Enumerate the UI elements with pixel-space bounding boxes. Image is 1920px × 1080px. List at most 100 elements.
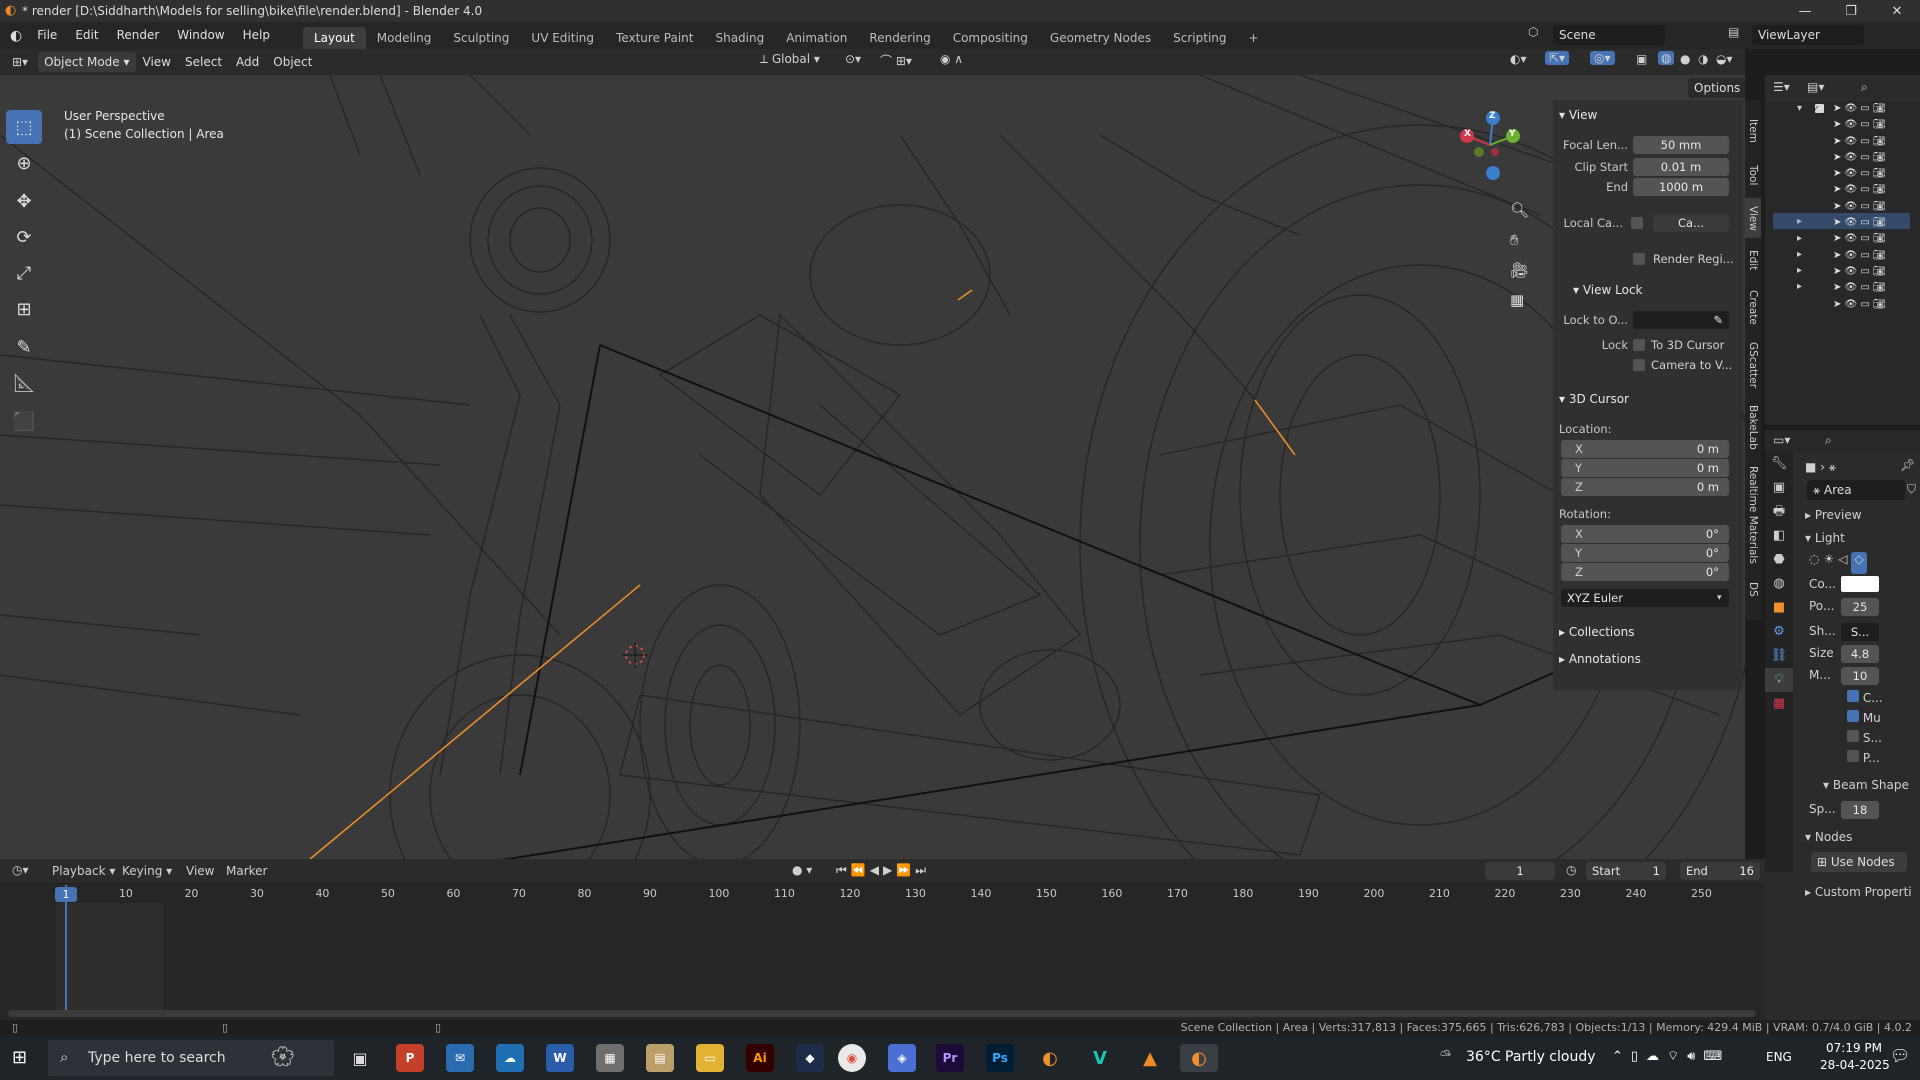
light-datablock-field[interactable]: ⚹ Area: [1807, 480, 1905, 500]
area-light-icon[interactable]: ◇: [1851, 552, 1867, 574]
annotate-tool-icon[interactable]: ✎: [6, 330, 42, 364]
add-cube-tool-icon[interactable]: ⬛: [6, 404, 42, 438]
tab-create[interactable]: Create: [1745, 282, 1761, 332]
solid-shading-icon[interactable]: ●: [1680, 52, 1690, 66]
sun-light-icon[interactable]: ☀: [1823, 552, 1834, 574]
transform-tool-icon[interactable]: ⊞: [6, 292, 42, 326]
scene-selector[interactable]: Scene: [1553, 25, 1665, 45]
scale-tool-icon[interactable]: ⤢: [6, 256, 42, 290]
overlay-toggle-icon[interactable]: ◎▾: [1590, 51, 1615, 65]
current-frame-field[interactable]: 1: [1485, 862, 1555, 880]
blender-taskbar-icon-1[interactable]: ◐: [1036, 1044, 1064, 1072]
point-light-icon[interactable]: ◌: [1809, 552, 1819, 574]
size-field[interactable]: 4.8: [1841, 645, 1879, 663]
render-props-icon[interactable]: ▣: [1765, 476, 1793, 500]
tab-sculpting[interactable]: Sculpting: [442, 27, 520, 49]
options-dropdown[interactable]: Options ▾: [1688, 78, 1745, 115]
menu-render[interactable]: Render: [108, 22, 169, 49]
playhead-line[interactable]: [65, 885, 67, 1010]
photos-app-icon[interactable]: ▦: [596, 1044, 624, 1072]
view-lock-header[interactable]: ▾ View Lock: [1573, 283, 1643, 297]
clip-end-field[interactable]: 1000 m: [1633, 178, 1729, 196]
view-section-header[interactable]: ▾ View: [1559, 108, 1597, 122]
outliner-search-icon[interactable]: ⌕: [1861, 80, 1868, 95]
timeline-scrollbar[interactable]: [8, 1010, 1756, 1017]
local-camera-checkbox[interactable]: [1631, 217, 1643, 229]
annotations-header[interactable]: ▸ Annotations: [1559, 652, 1641, 666]
tab-modeling[interactable]: Modeling: [366, 27, 443, 49]
cursor-location-z-field[interactable]: 0 m: [1561, 478, 1729, 496]
zoom-icon[interactable]: 🔍︎: [1510, 195, 1529, 225]
outlook-app-icon[interactable]: ✉: [446, 1044, 474, 1072]
m365-app-icon[interactable]: ◈: [888, 1044, 916, 1072]
camera-view-icon[interactable]: 🎥︎: [1510, 255, 1529, 285]
pivot-icon[interactable]: ⊙▾: [845, 52, 861, 66]
word-app-icon[interactable]: W: [546, 1044, 574, 1072]
texture-props-icon[interactable]: ▦: [1765, 692, 1793, 716]
collections-header[interactable]: ▸ Collections: [1559, 625, 1634, 639]
onedrive-app-icon[interactable]: ☁: [496, 1044, 524, 1072]
vector-app-icon[interactable]: V: [1086, 1044, 1114, 1072]
jump-end-icon[interactable]: ⏭: [915, 863, 930, 877]
tab-animation[interactable]: Animation: [775, 27, 858, 49]
render-region-checkbox[interactable]: [1633, 253, 1645, 265]
material-shading-icon[interactable]: ◑: [1698, 52, 1708, 66]
measure-tool-icon[interactable]: 📐︎: [6, 366, 42, 400]
camera-to-view-checkbox[interactable]: [1633, 359, 1645, 371]
chrome-app-icon[interactable]: ◉: [838, 1044, 866, 1072]
premiere-app-icon[interactable]: Pr: [936, 1044, 964, 1072]
power-field[interactable]: 25: [1841, 598, 1879, 616]
spread-field[interactable]: 18: [1841, 801, 1879, 819]
constraint-props-icon[interactable]: ⛓︎: [1765, 644, 1793, 668]
editor-type-icon[interactable]: ⊞▾: [12, 55, 28, 69]
tab-layout[interactable]: Layout: [302, 27, 366, 49]
menu-file[interactable]: File: [28, 22, 66, 49]
viewport-menu-select[interactable]: Select: [178, 55, 229, 69]
focal-length-field[interactable]: 50 mm: [1633, 136, 1729, 154]
cursor-rotation-y-field[interactable]: 0°: [1561, 544, 1729, 562]
frame-ruler[interactable]: 10 20 30 40 50 60 70 80 90 100 110 120 130 140 150 160 1…: [0, 885, 1765, 903]
tab-shading[interactable]: Shading: [704, 27, 775, 49]
scene-props-icon[interactable]: ⬣: [1765, 548, 1793, 572]
m-field[interactable]: 10: [1841, 667, 1879, 685]
outliner-display-mode-icon[interactable]: ▤▾: [1807, 80, 1824, 94]
world-props-icon[interactable]: ◍: [1765, 572, 1793, 596]
start-frame-field[interactable]: Start 1: [1586, 862, 1666, 880]
s-checkbox[interactable]: [1847, 730, 1859, 742]
c-checkbox[interactable]: [1847, 690, 1859, 702]
tab-tool[interactable]: Tool: [1745, 155, 1761, 195]
viewport-menu-view[interactable]: View: [136, 55, 178, 69]
task-view-icon[interactable]: ▣: [346, 1044, 374, 1072]
pan-hand-icon[interactable]: ✋︎: [1510, 225, 1529, 255]
tab-bakelab[interactable]: BakeLab: [1745, 398, 1761, 456]
playhead-frame-badge[interactable]: 1: [55, 887, 77, 902]
modifier-props-icon[interactable]: ⚙︎: [1765, 620, 1793, 644]
light-data-props-icon[interactable]: 💡︎: [1765, 668, 1793, 692]
menu-edit[interactable]: Edit: [66, 22, 107, 49]
weather-text[interactable]: 36°C Partly cloudy: [1466, 1049, 1596, 1065]
fake-user-shield-icon[interactable]: ⛉: [1907, 482, 1916, 497]
tab-compositing[interactable]: Compositing: [942, 27, 1039, 49]
view-layer-selector[interactable]: ViewLayer: [1752, 25, 1864, 45]
timeline-track-area[interactable]: [0, 885, 1765, 1023]
tab-geometry-nodes[interactable]: Geometry Nodes: [1039, 27, 1162, 49]
p-checkbox[interactable]: [1847, 750, 1859, 762]
gizmo-toggle-icon[interactable]: ⇱▾: [1545, 51, 1570, 65]
tab-edit[interactable]: Edit: [1745, 241, 1761, 279]
pinned-app-icon[interactable]: ◆: [796, 1044, 824, 1072]
viewport-menu-object[interactable]: Object: [266, 55, 319, 69]
rotate-tool-icon[interactable]: ⟳: [6, 220, 42, 254]
maximize-icon[interactable]: ❐: [1828, 0, 1874, 22]
play-reverse-icon[interactable]: ◀: [870, 863, 883, 877]
powerpoint-app-icon[interactable]: P: [396, 1044, 424, 1072]
tab-uv-editing[interactable]: UV Editing: [520, 27, 605, 49]
custom-properties-header[interactable]: ▸ Custom Properti: [1805, 885, 1912, 899]
pin-icon[interactable]: 📌︎: [1900, 458, 1915, 472]
cursor-rotation-z-field[interactable]: 0°: [1561, 563, 1729, 581]
to-3d-cursor-checkbox[interactable]: [1633, 339, 1645, 351]
tab-view[interactable]: View: [1745, 198, 1761, 238]
marker-menu[interactable]: Marker: [226, 864, 267, 878]
illustrator-app-icon[interactable]: Ai: [746, 1044, 774, 1072]
transform-orientation[interactable]: ⟂ Global ▾: [760, 52, 820, 67]
timeline-view-menu[interactable]: View: [186, 864, 214, 878]
